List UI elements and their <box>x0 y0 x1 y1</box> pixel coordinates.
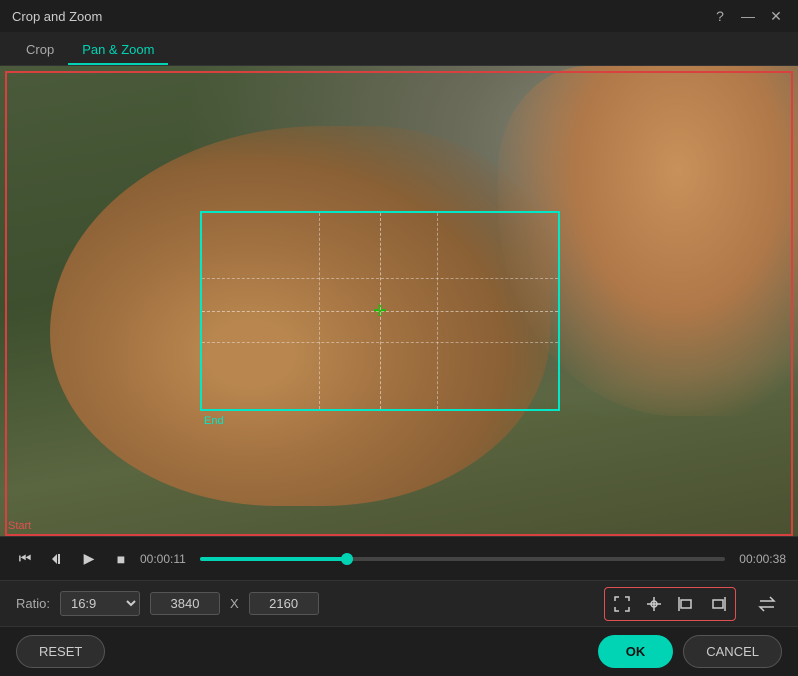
dimension-separator: X <box>230 596 239 611</box>
settings-bar: Ratio: 16:9 4:3 1:1 9:16 Custom X <box>0 580 798 626</box>
ratio-label: Ratio: <box>16 596 50 611</box>
step-back-button[interactable]: ⏮ <box>12 546 38 572</box>
progress-thumb[interactable] <box>341 553 353 565</box>
video-preview: ✛ End Start <box>0 66 798 536</box>
playback-controls: ⏮ ▶ ■ 00:00:11 00:00:38 <box>0 536 798 580</box>
action-right-buttons: OK CANCEL <box>598 635 782 668</box>
ok-button[interactable]: OK <box>598 635 674 668</box>
close-button[interactable]: ✕ <box>766 6 786 26</box>
reset-button[interactable]: RESET <box>16 635 105 668</box>
tab-bar: Crop Pan & Zoom <box>0 32 798 66</box>
time-current: 00:00:11 <box>140 552 186 566</box>
minimize-button[interactable]: — <box>738 6 758 26</box>
stop-button[interactable]: ■ <box>108 546 134 572</box>
height-input[interactable] <box>249 592 319 615</box>
title-bar-controls: ? — ✕ <box>710 6 786 26</box>
help-button[interactable]: ? <box>710 6 730 26</box>
tab-pan-zoom[interactable]: Pan & Zoom <box>68 36 168 65</box>
title-bar: Crop and Zoom ? — ✕ <box>0 0 798 32</box>
swap-dimensions-button[interactable] <box>752 589 782 619</box>
cancel-button[interactable]: CANCEL <box>683 635 782 668</box>
progress-fill <box>200 557 347 561</box>
align-left-button[interactable] <box>671 590 701 618</box>
time-total: 00:00:38 <box>739 552 786 566</box>
frame-back-button[interactable] <box>44 546 70 572</box>
align-right-button[interactable] <box>703 590 733 618</box>
crop-alignment-tools <box>604 587 736 621</box>
action-bar: RESET OK CANCEL <box>0 626 798 676</box>
ratio-select[interactable]: 16:9 4:3 1:1 9:16 Custom <box>60 591 140 616</box>
width-input[interactable] <box>150 592 220 615</box>
center-button[interactable] <box>639 590 669 618</box>
window-title: Crop and Zoom <box>12 9 102 24</box>
fit-to-frame-button[interactable] <box>607 590 637 618</box>
play-button[interactable]: ▶ <box>76 546 102 572</box>
start-label: Start <box>8 520 31 532</box>
progress-bar[interactable] <box>200 557 725 561</box>
tab-crop[interactable]: Crop <box>12 36 68 65</box>
